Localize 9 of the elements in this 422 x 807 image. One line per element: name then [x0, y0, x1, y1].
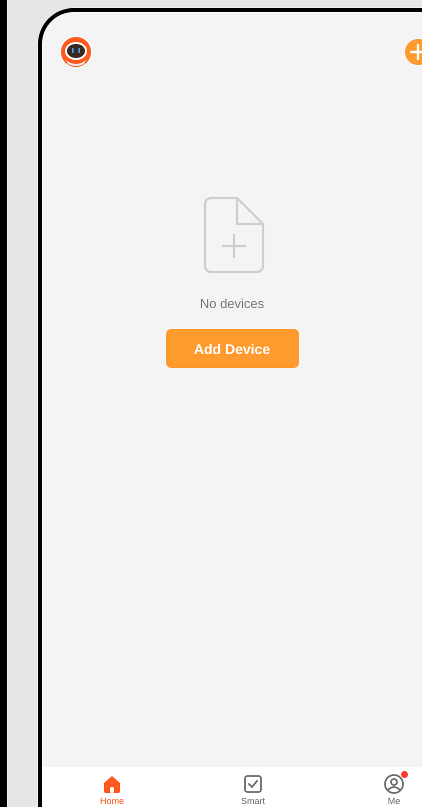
checkbox-icon [242, 773, 264, 795]
tab[interactable]: Me [370, 767, 418, 807]
person-icon [383, 773, 405, 795]
tab[interactable]: Home [88, 767, 136, 807]
tab[interactable]: Smart [229, 767, 277, 807]
empty-document-icon [203, 196, 265, 274]
empty-message: No devices [200, 296, 264, 311]
robot-avatar-icon[interactable] [60, 36, 92, 68]
house-icon [101, 773, 123, 795]
